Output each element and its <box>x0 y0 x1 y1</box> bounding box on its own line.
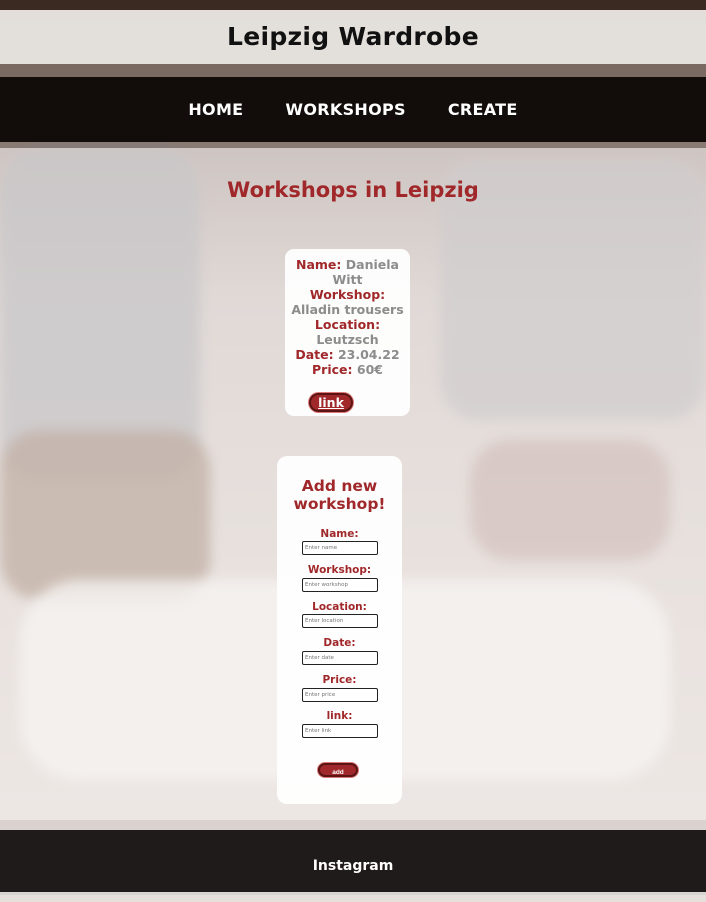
location-label: Location: <box>312 601 367 613</box>
workshop-label: Workshop: <box>307 564 372 576</box>
price-label: Price: <box>322 674 357 686</box>
nav-home-link[interactable]: HOME <box>188 100 243 119</box>
workshop-link-button[interactable]: link <box>309 393 353 412</box>
card-workshop-value: Alladin trousers <box>291 302 404 317</box>
price-input[interactable] <box>302 688 378 702</box>
name-label: Name: <box>320 528 359 540</box>
link-label: link: <box>326 710 353 722</box>
add-workshop-button[interactable]: add <box>318 763 358 777</box>
card-price-label: Price: <box>312 362 353 377</box>
card-location-label: Location: <box>314 317 381 332</box>
date-label: Date: <box>323 637 356 649</box>
workshop-card: Name: Daniela Witt Workshop: Alladin tro… <box>285 249 410 416</box>
name-input[interactable] <box>302 541 378 555</box>
site-title: Leipzig Wardrobe <box>226 22 479 51</box>
card-price-value: 60€ <box>356 362 383 377</box>
card-name-label: Name: <box>296 257 342 272</box>
card-name-value: Daniela Witt <box>332 257 399 287</box>
card-workshop-label: Workshop: <box>309 287 386 302</box>
card-date-value: 23.04.22 <box>337 347 400 362</box>
main-nav: HOME WORKSHOPS CREATE <box>0 77 706 142</box>
footer: Instagram <box>0 830 706 892</box>
nav-workshops-link[interactable]: WORKSHOPS <box>285 100 405 119</box>
workshop-input[interactable] <box>302 578 378 592</box>
location-input[interactable] <box>302 614 378 628</box>
add-workshop-form: Add new workshop! Name: Workshop: Locati… <box>277 456 402 804</box>
card-location-value: Leutzsch <box>316 332 379 347</box>
date-input[interactable] <box>302 651 378 665</box>
link-input[interactable] <box>302 724 378 738</box>
top-strip <box>0 0 706 10</box>
page-heading: Workshops in Leipzig <box>227 178 479 202</box>
nav-create-link[interactable]: CREATE <box>448 100 518 119</box>
form-title: Add new workshop! <box>293 477 386 513</box>
card-date-label: Date: <box>295 347 334 362</box>
